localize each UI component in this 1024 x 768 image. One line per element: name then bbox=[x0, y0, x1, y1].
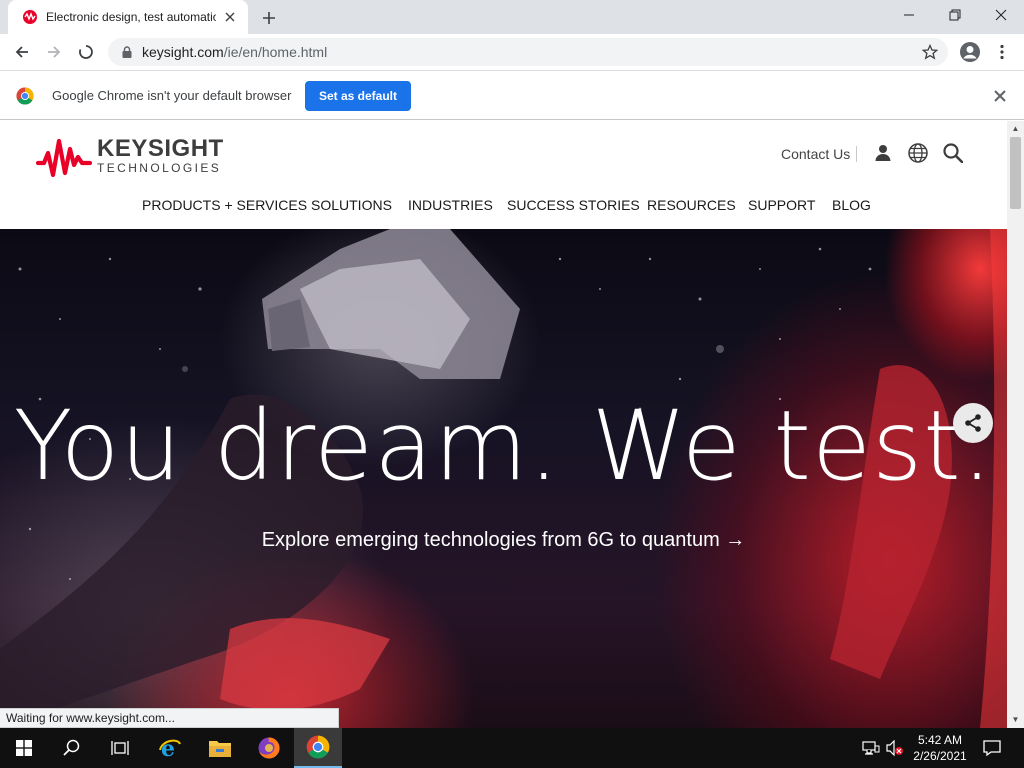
scroll-up-icon[interactable]: ▲ bbox=[1011, 124, 1020, 133]
contact-us-link[interactable]: Contact Us bbox=[781, 146, 850, 162]
globe-icon[interactable] bbox=[907, 142, 929, 164]
search-icon[interactable] bbox=[942, 142, 964, 164]
browser-tab[interactable]: Electronic design, test automation bbox=[8, 0, 248, 34]
share-icon[interactable] bbox=[953, 403, 993, 443]
url-path: /ie/en/home.html bbox=[223, 44, 328, 60]
forward-arrow-icon[interactable] bbox=[40, 38, 68, 66]
nav-solutions[interactable]: SOLUTIONS bbox=[311, 197, 392, 213]
internet-explorer-icon[interactable]: e bbox=[146, 728, 194, 768]
restore-icon[interactable] bbox=[932, 0, 978, 30]
header-divider bbox=[856, 146, 857, 162]
web-page: KEYSIGHT TECHNOLOGIES Contact Us PRODUCT… bbox=[0, 121, 1007, 728]
scroll-down-icon[interactable]: ▼ bbox=[1011, 715, 1020, 724]
system-clock[interactable]: 5:42 AM 2/26/2021 bbox=[908, 732, 972, 764]
infobar-message: Google Chrome isn't your default browser bbox=[52, 88, 292, 103]
browser-toolbar: keysight.com/ie/en/home.html bbox=[0, 34, 1024, 70]
hero-headline: You dream. We test. bbox=[13, 390, 994, 502]
default-browser-infobar: Google Chrome isn't your default browser… bbox=[0, 70, 1024, 120]
network-icon[interactable] bbox=[862, 740, 880, 756]
back-arrow-icon[interactable] bbox=[8, 38, 36, 66]
scrollbar-thumb[interactable] bbox=[1010, 137, 1021, 209]
url-host: keysight.com bbox=[142, 44, 224, 60]
nav-industries[interactable]: INDUSTRIES bbox=[408, 197, 493, 213]
lock-icon[interactable] bbox=[120, 45, 134, 59]
vr-headset-shape bbox=[262, 229, 520, 379]
hero-banner[interactable]: You dream. We test. Explore emerging tec… bbox=[0, 229, 1007, 728]
screen: Electronic design, test automation keysi… bbox=[0, 0, 1024, 768]
user-account-icon[interactable] bbox=[872, 142, 894, 164]
tab-title: Electronic design, test automation bbox=[46, 10, 216, 24]
loading-status-bubble: Waiting for www.keysight.com... bbox=[0, 708, 339, 728]
volume-muted-icon[interactable] bbox=[886, 739, 904, 757]
keysight-favicon-icon bbox=[22, 9, 38, 25]
set-as-default-button[interactable]: Set as default bbox=[305, 81, 411, 111]
site-header: KEYSIGHT TECHNOLOGIES Contact Us PRODUCT… bbox=[0, 121, 1007, 229]
chrome-logo-icon bbox=[16, 87, 34, 105]
vertical-scrollbar[interactable]: ▲ ▼ bbox=[1007, 121, 1024, 728]
stop-loading-icon[interactable] bbox=[72, 38, 100, 66]
task-view-icon[interactable] bbox=[96, 728, 144, 768]
nav-blog[interactable]: BLOG bbox=[832, 197, 871, 213]
nav-resources[interactable]: RESOURCES bbox=[647, 197, 736, 213]
bookmark-star-icon[interactable] bbox=[921, 43, 939, 60]
firefox-icon[interactable] bbox=[245, 728, 293, 768]
windows-taskbar: e 5:42 AM 2/26/2021 bbox=[0, 728, 1024, 768]
chrome-taskbar-icon[interactable] bbox=[294, 728, 342, 768]
nav-support[interactable]: SUPPORT bbox=[748, 197, 815, 213]
logo-subtitle: TECHNOLOGIES bbox=[97, 161, 222, 175]
address-bar[interactable]: keysight.com/ie/en/home.html bbox=[108, 38, 948, 66]
close-window-icon[interactable] bbox=[978, 0, 1024, 30]
infobar-close-icon[interactable] bbox=[992, 88, 1008, 104]
clock-time: 5:42 AM bbox=[917, 733, 963, 747]
start-windows-icon[interactable] bbox=[0, 728, 48, 768]
search-icon[interactable] bbox=[48, 728, 96, 768]
file-explorer-icon[interactable] bbox=[196, 728, 244, 768]
clock-date: 2/26/2021 bbox=[913, 749, 967, 763]
url-text: keysight.com/ie/en/home.html bbox=[142, 44, 327, 60]
hero-explore-link[interactable]: Explore emerging technologies from 6G to… bbox=[0, 529, 1007, 552]
main-navigation: PRODUCTS + SERVICES SOLUTIONS INDUSTRIES… bbox=[0, 197, 1007, 215]
profile-avatar-icon[interactable] bbox=[956, 38, 984, 66]
nav-success-stories[interactable]: SUCCESS STORIES bbox=[507, 197, 640, 213]
notifications-icon[interactable] bbox=[983, 739, 1001, 757]
tab-close-icon[interactable] bbox=[222, 9, 238, 25]
tab-strip: Electronic design, test automation bbox=[0, 0, 1024, 34]
logo-wordmark[interactable]: KEYSIGHT bbox=[97, 135, 224, 163]
new-tab-icon[interactable] bbox=[258, 7, 280, 29]
chrome-menu-icon[interactable] bbox=[988, 38, 1016, 66]
minimize-icon[interactable] bbox=[886, 0, 932, 30]
keysight-logo-icon[interactable] bbox=[35, 135, 93, 179]
svg-text:e: e bbox=[161, 736, 175, 760]
nav-products-services[interactable]: PRODUCTS + SERVICES bbox=[142, 197, 307, 213]
